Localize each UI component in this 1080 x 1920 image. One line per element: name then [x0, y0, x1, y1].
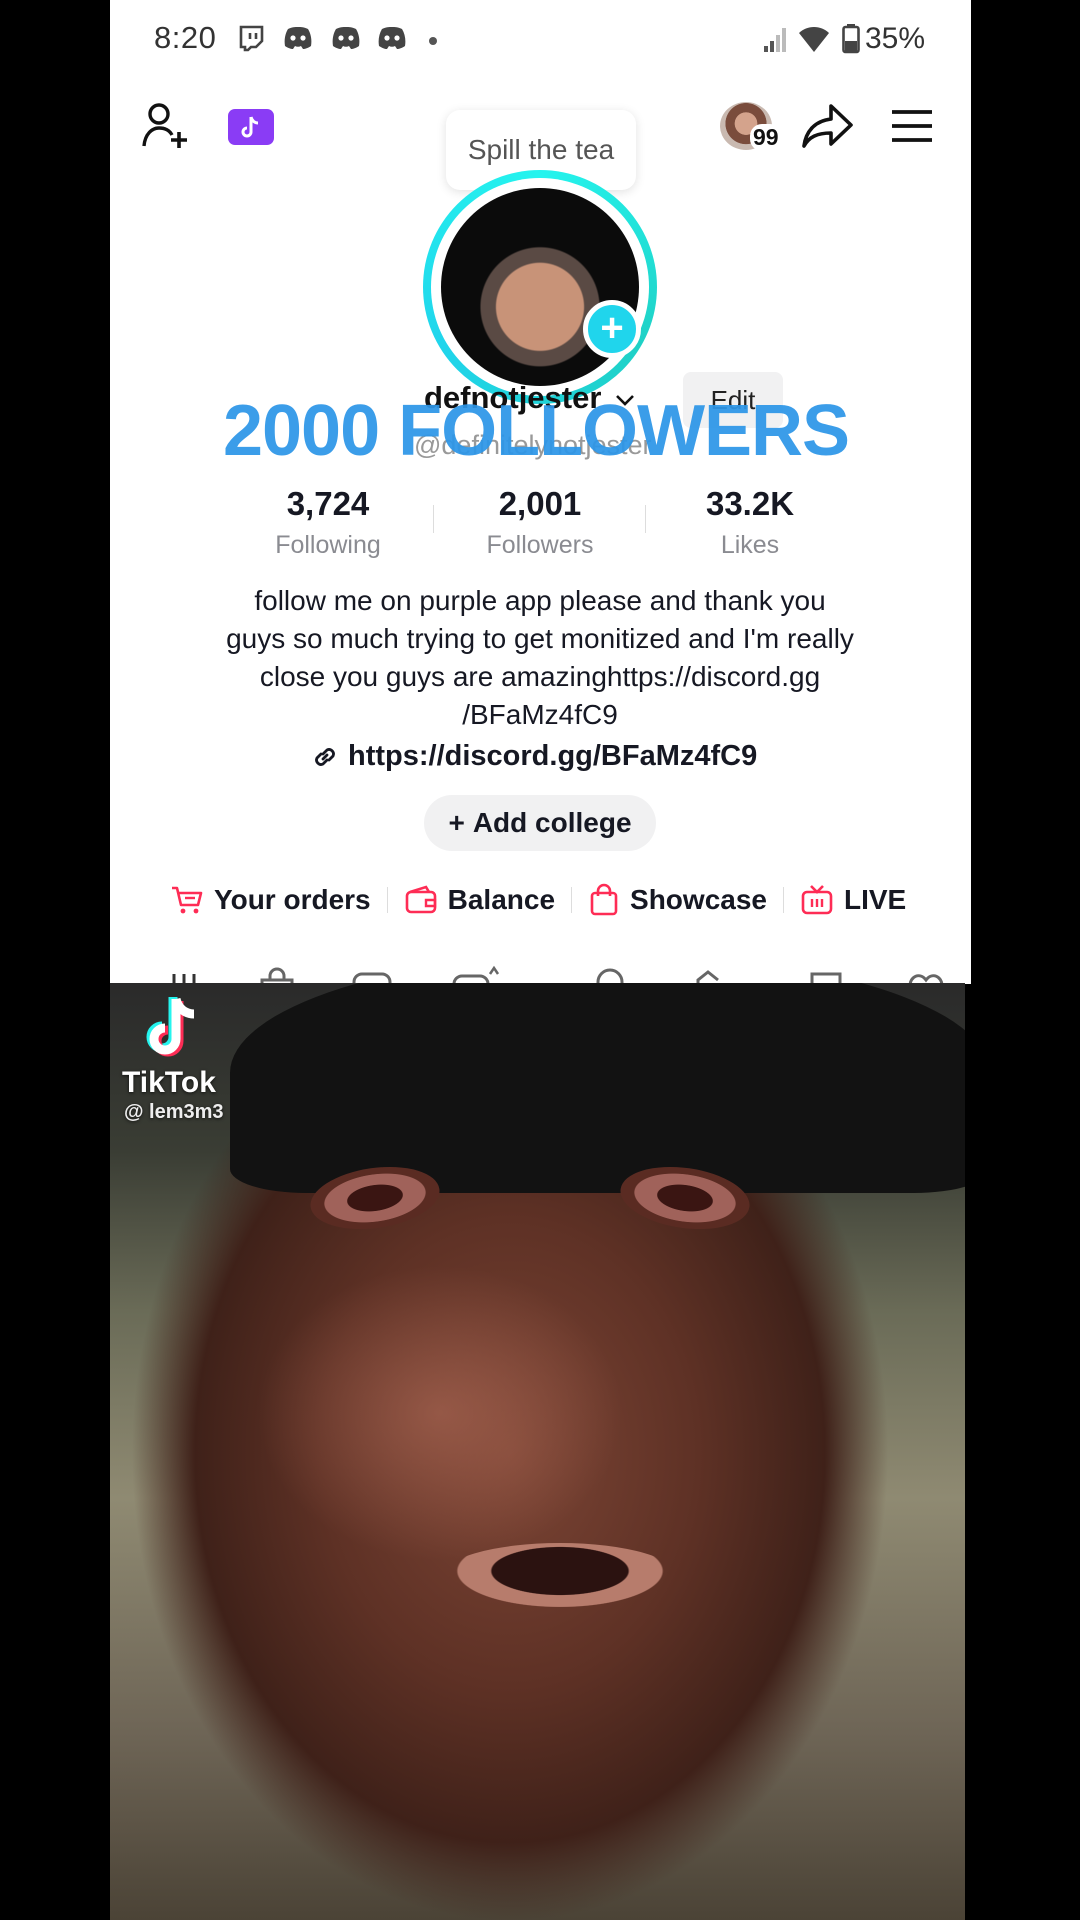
add-story-plus-icon[interactable]: +	[583, 300, 641, 358]
status-bar: 8:20 35%	[110, 0, 971, 84]
followers-milestone-caption: 2000 FOLLOWERS	[222, 391, 850, 471]
stat-value: 2,001	[498, 485, 582, 522]
discord-icon	[378, 27, 406, 49]
shortcut-divider	[386, 887, 388, 913]
stat-followers[interactable]: 2,001 Followers	[440, 485, 640, 560]
bio-line: close you guys are amazinghttps://discor…	[259, 661, 821, 692]
hamburger-menu-icon[interactable]	[890, 108, 934, 144]
signal-icon	[764, 28, 786, 52]
shortcut-label: Showcase	[630, 884, 767, 915]
status-time: 8:20	[154, 20, 217, 55]
stat-following[interactable]: 3,724 Following	[228, 485, 428, 560]
add-college-label: Add college	[472, 807, 632, 838]
share-icon[interactable]	[802, 102, 854, 150]
tiktok-badge-icon[interactable]	[228, 109, 274, 145]
profile-link-text: https://discord.gg/BFaMz4fC9	[348, 740, 758, 772]
discord-icon	[332, 27, 360, 49]
shopping-bag-icon	[590, 883, 618, 916]
visitors-count: 99	[750, 124, 782, 151]
shortcut-label: Your orders	[214, 884, 371, 915]
wifi-icon	[799, 27, 829, 52]
shortcut-label: Balance	[447, 884, 556, 915]
video-overlay[interactable]: TikTok @ lem3m3	[110, 983, 965, 1920]
wallet-icon	[405, 885, 436, 914]
tiktok-watermark-user: @ lem3m3	[124, 1101, 224, 1123]
add-user-icon[interactable]	[142, 102, 194, 150]
profile-tabs-row[interactable]	[110, 960, 971, 984]
tiktok-watermark-brand: TikTok	[122, 1066, 216, 1099]
bio-line: guys so much trying to get monitized and…	[226, 623, 854, 654]
battery-percent: 35%	[864, 22, 925, 55]
stat-label: Followers	[486, 531, 594, 559]
stat-divider	[433, 505, 434, 533]
profile-avatar-ring[interactable]	[423, 170, 657, 404]
shortcut-live[interactable]: LIVE	[800, 884, 906, 916]
add-college-button[interactable]: + Add college	[424, 795, 656, 851]
video-mouth-shape	[440, 1543, 680, 1613]
video-cap-shape	[230, 983, 965, 1193]
profile-link[interactable]: https://discord.gg/BFaMz4fC9	[310, 740, 757, 773]
shortcut-label: LIVE	[843, 884, 907, 915]
stat-value: 3,724	[286, 485, 370, 522]
discord-icon	[284, 27, 312, 49]
stat-value: 33.2K	[705, 485, 795, 522]
stat-likes[interactable]: 33.2K Likes	[650, 485, 850, 560]
link-icon	[315, 748, 335, 767]
shortcut-row: Your orders Balance Showcase LIVE	[170, 875, 906, 925]
dot-icon	[429, 37, 437, 45]
bio-line: /BFaMz4fC9	[462, 699, 618, 730]
shortcut-showcase[interactable]: Showcase	[588, 883, 767, 917]
twitch-icon	[239, 25, 264, 52]
plus-icon: +	[448, 807, 465, 838]
shortcut-divider	[782, 887, 784, 913]
stat-label: Likes	[720, 531, 780, 559]
shortcut-balance[interactable]: Balance	[404, 884, 555, 916]
stat-label: Following	[275, 531, 381, 559]
cart-icon	[172, 886, 203, 914]
shortcut-divider	[571, 887, 573, 913]
battery-icon	[842, 24, 860, 54]
tv-icon	[801, 885, 833, 915]
stat-divider	[645, 505, 646, 533]
profile-screen: 8:20 35% Spill the tea 99 + defnotjester…	[110, 0, 971, 984]
profile-bio: follow me on purple app please and thank…	[180, 582, 900, 734]
tiktok-logo-icon	[146, 997, 195, 1057]
shortcut-your-orders[interactable]: Your orders	[170, 884, 371, 916]
bio-line: follow me on purple app please and thank…	[254, 585, 826, 616]
